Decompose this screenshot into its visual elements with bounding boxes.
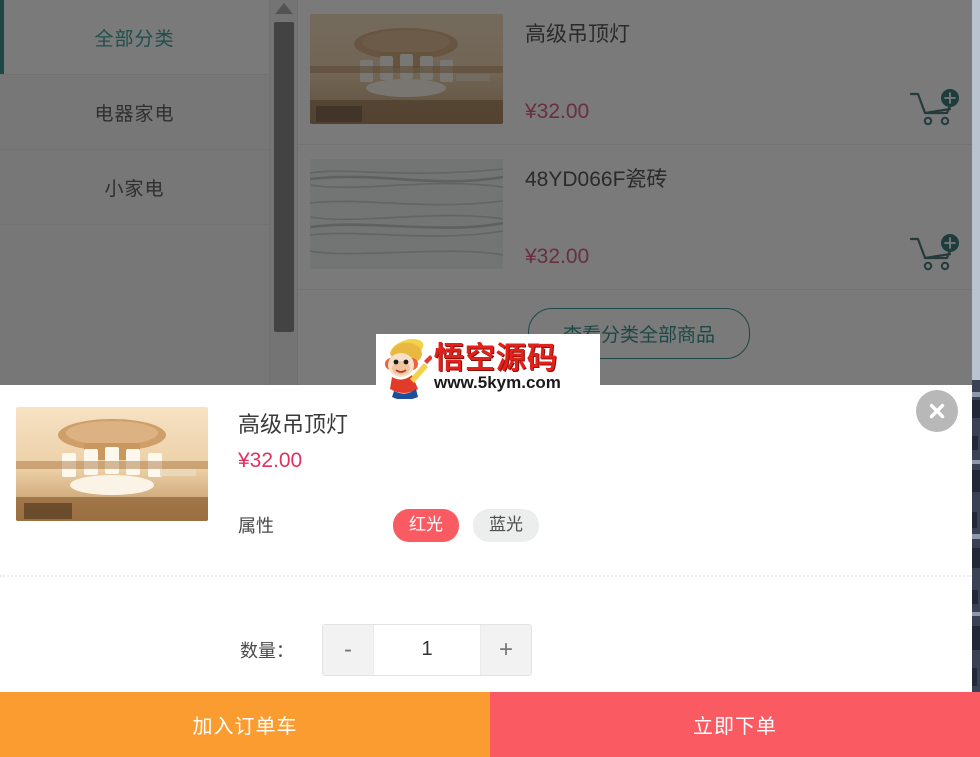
quantity-stepper: - 1 + — [322, 623, 532, 676]
watermark-text: 悟空源码 www.5kym.com — [432, 343, 561, 393]
attribute-option-blue-light[interactable]: 蓝光 — [473, 509, 539, 542]
app-root: 全部分类 电器家电 小家电 — [0, 0, 980, 757]
sku-product-name: 高级吊顶灯 — [238, 412, 349, 437]
attribute-row: 属性 红光 蓝光 — [238, 509, 956, 542]
close-icon[interactable] — [916, 390, 958, 432]
modal-backdrop-overlay[interactable] — [0, 0, 972, 385]
buy-now-button[interactable]: 立即下单 — [490, 692, 980, 757]
watermark-brand: 悟空源码 — [434, 340, 558, 376]
watermark-url: www.5kym.com — [434, 373, 561, 393]
site-watermark: 悟空源码 www.5kym.com — [376, 334, 600, 402]
background-photo-sliver — [972, 0, 980, 757]
sku-product-price: ¥32.00 — [238, 449, 303, 472]
quantity-label: 数量： — [240, 640, 294, 661]
monkey-mascot-icon — [380, 337, 432, 399]
modal-action-bar: 加入订单车 立即下单 — [0, 692, 980, 757]
quantity-increment-button[interactable]: + — [481, 624, 531, 675]
quantity-value[interactable]: 1 — [373, 624, 481, 675]
sku-details: 高级吊顶灯 ¥32.00 属性 红光 蓝光 — [208, 407, 956, 575]
quantity-decrement-button[interactable]: - — [323, 624, 373, 675]
add-to-cart-button[interactable]: 加入订单车 — [0, 692, 490, 757]
attribute-option-red-light[interactable]: 红光 — [393, 509, 459, 542]
attribute-label: 属性 — [238, 516, 274, 537]
sku-modal-header: 高级吊顶灯 ¥32.00 属性 红光 蓝光 — [0, 385, 972, 575]
attribute-options: 红光 蓝光 — [393, 509, 539, 542]
sku-product-image — [16, 407, 208, 521]
quantity-row: 数量： - 1 + — [0, 577, 972, 694]
